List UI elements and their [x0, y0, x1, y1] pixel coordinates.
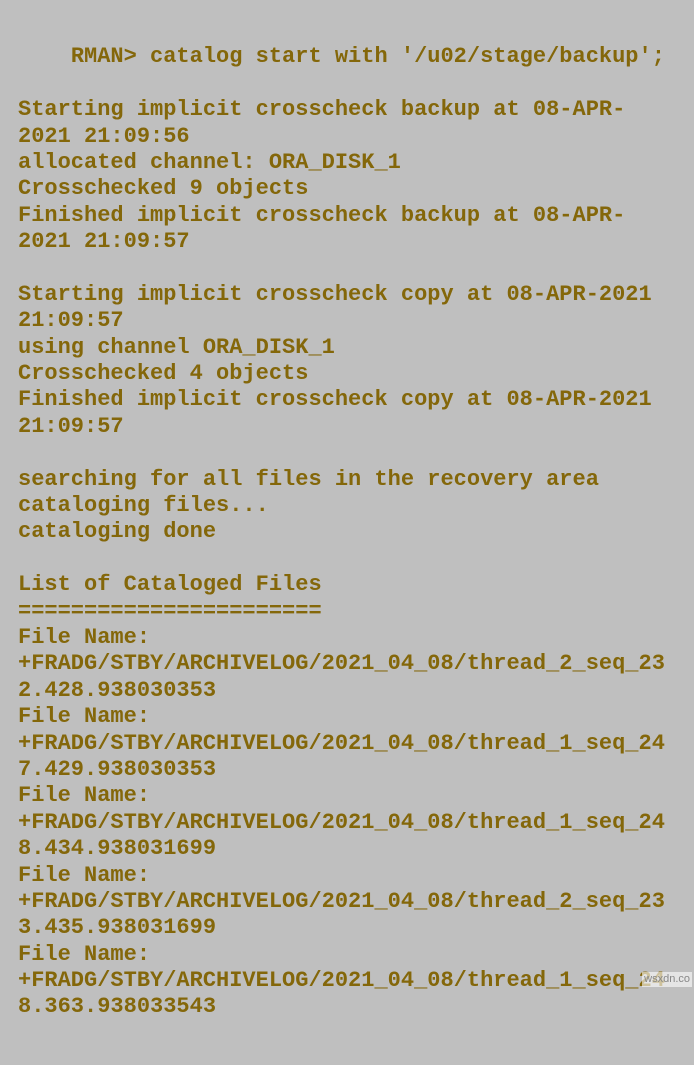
rman-terminal-output: RMAN> catalog start with '/u02/stage/bac… [0, 0, 694, 1065]
terminal-line: Crosschecked 9 objects [18, 176, 308, 201]
terminal-line: Starting implicit crosscheck copy at 08-… [18, 282, 665, 333]
terminal-line: File Name: +FRADG/STBY/ARCHIVELOG/2021_0… [18, 863, 665, 941]
terminal-line: File Name: +FRADG/STBY/ARCHIVELOG/2021_0… [18, 783, 665, 861]
terminal-line: File Name: +FRADG/STBY/ARCHIVELOG/2021_0… [18, 942, 665, 1020]
terminal-line: cataloging done [18, 519, 216, 544]
terminal-line: Starting implicit crosscheck backup at 0… [18, 97, 625, 148]
terminal-line: cataloging files... [18, 493, 269, 518]
terminal-line: Finished implicit crosscheck backup at 0… [18, 203, 625, 254]
terminal-line: ======================= [18, 599, 322, 624]
terminal-line: RMAN> catalog start with '/u02/stage/bac… [71, 44, 665, 69]
terminal-line: List of Cataloged Files [18, 572, 322, 597]
terminal-line: Crosschecked 4 objects [18, 361, 308, 386]
screenshot-container: RMAN> catalog start with '/u02/stage/bac… [0, 0, 694, 989]
terminal-line: searching for all files in the recovery … [18, 467, 599, 492]
terminal-line: allocated channel: ORA_DISK_1 [18, 150, 401, 175]
terminal-line: File Name: +FRADG/STBY/ARCHIVELOG/2021_0… [18, 625, 665, 703]
terminal-line: Finished implicit crosscheck copy at 08-… [18, 387, 665, 438]
terminal-line: using channel ORA_DISK_1 [18, 335, 335, 360]
watermark-text: wsxdn.co [642, 972, 692, 987]
terminal-line: File Name: +FRADG/STBY/ARCHIVELOG/2021_0… [18, 704, 665, 782]
